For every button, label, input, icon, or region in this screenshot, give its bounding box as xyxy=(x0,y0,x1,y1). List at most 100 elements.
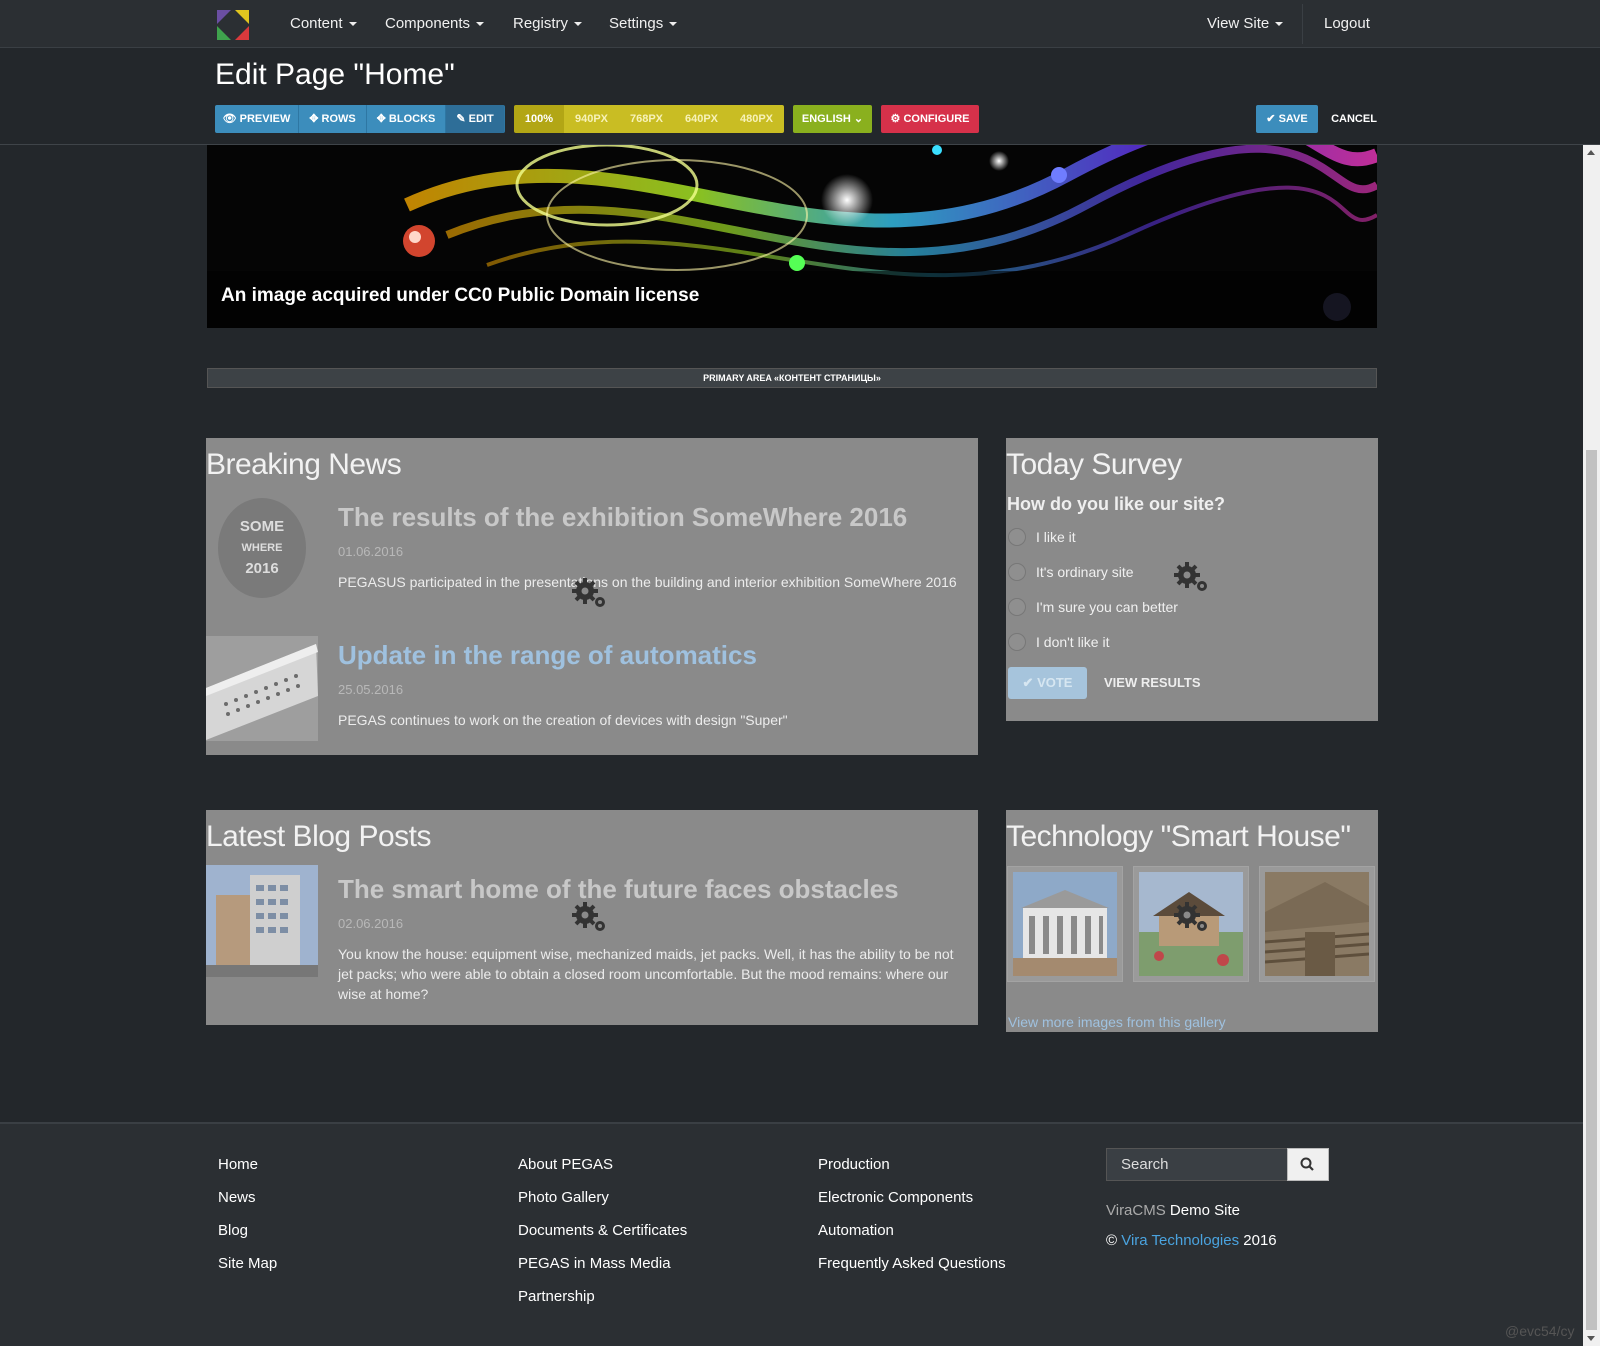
brand-prefix: ViraCMS xyxy=(1106,1202,1166,1219)
primary-area-bar[interactable]: PRIMARY AREA «КОНТЕНТ СТРАНИЦЫ» xyxy=(207,368,1377,388)
scroll-up-arrow-icon[interactable] xyxy=(1587,150,1595,155)
footer-link-gallery[interactable]: Photo Gallery xyxy=(518,1189,609,1206)
footer-link-documents[interactable]: Documents & Certificates xyxy=(518,1222,687,1239)
size-940-button[interactable]: 940PX xyxy=(564,105,619,133)
size-640-button[interactable]: 640PX xyxy=(674,105,729,133)
vira-logo-icon[interactable] xyxy=(215,8,253,42)
menu-registry-label: Registry xyxy=(513,15,569,32)
footer-link-production[interactable]: Production xyxy=(818,1156,890,1173)
news-item-title[interactable]: The results of the exhibition SomeWhere … xyxy=(338,502,907,533)
gallery-image[interactable] xyxy=(1007,866,1123,982)
smart-house-panel[interactable]: Technology "Smart House" View more image… xyxy=(1006,810,1378,1032)
logout-link[interactable]: Logout xyxy=(1324,15,1370,32)
option-label: I like it xyxy=(1036,529,1076,545)
panel-title: Today Survey xyxy=(1006,448,1182,481)
scroll-down-arrow-icon[interactable] xyxy=(1587,1336,1595,1341)
rows-button[interactable]: ✥ ROWS xyxy=(299,105,367,133)
radio-button[interactable] xyxy=(1008,598,1026,616)
automatics-device-image xyxy=(206,644,318,740)
footer-link-electronics[interactable]: Electronic Components xyxy=(818,1189,973,1206)
radio-button[interactable] xyxy=(1008,528,1026,546)
news-thumbnail[interactable]: SOME WHERE 2016 xyxy=(218,498,306,598)
move-icon: ✥ xyxy=(376,113,386,125)
news-item-date: 25.05.2016 xyxy=(338,682,404,697)
latest-blog-panel[interactable]: Latest Blog Posts The smart home of the … xyxy=(206,810,978,1025)
site-footer: Home News Blog Site Map About PEGAS Phot… xyxy=(0,1122,1583,1346)
nav-divider xyxy=(1302,4,1303,44)
menu-registry[interactable]: Registry xyxy=(513,15,583,32)
copyright-symbol: © xyxy=(1106,1232,1118,1249)
thumb-text-year: 2016 xyxy=(245,560,279,577)
news-thumbnail[interactable] xyxy=(206,636,318,741)
language-label: ENGLISH xyxy=(801,113,851,125)
caret-down-icon xyxy=(669,22,678,27)
edit-label: EDIT xyxy=(468,113,494,125)
banner-caption: An image acquired under CC0 Public Domai… xyxy=(221,285,700,306)
caret-down-icon xyxy=(574,22,583,27)
vote-button[interactable]: ✔ VOTE xyxy=(1008,667,1087,699)
gears-icon[interactable] xyxy=(1174,902,1212,934)
view-results-link[interactable]: VIEW RESULTS xyxy=(1104,675,1201,690)
menu-components-label: Components xyxy=(385,15,471,32)
configure-button[interactable]: ⚙ CONFIGURE xyxy=(881,105,979,133)
footer-link-faq[interactable]: Frequently Asked Questions xyxy=(818,1255,1006,1272)
footer-brand: ViraCMS Demo Site xyxy=(1106,1202,1240,1219)
footer-link-home[interactable]: Home xyxy=(218,1156,258,1173)
vote-label: VOTE xyxy=(1037,675,1073,690)
footer-copyright: © Vira Technologies 2016 xyxy=(1106,1232,1277,1249)
gears-icon[interactable] xyxy=(1174,562,1212,594)
view-gallery-link[interactable]: View more images from this gallery xyxy=(1008,1014,1226,1030)
menu-settings[interactable]: Settings xyxy=(609,15,678,32)
scrollbar-thumb[interactable] xyxy=(1586,450,1597,1330)
copyright-year: 2016 xyxy=(1243,1232,1277,1249)
hero-banner: An image acquired under CC0 Public Domai… xyxy=(207,145,1377,328)
today-survey-panel[interactable]: Today Survey How do you like our site? I… xyxy=(1006,438,1378,721)
check-icon: ✔ xyxy=(1266,113,1276,125)
footer-link-partnership[interactable]: Partnership xyxy=(518,1288,595,1305)
search-button[interactable] xyxy=(1287,1148,1329,1181)
blog-item-date: 02.06.2016 xyxy=(338,916,404,931)
page-scrollbar[interactable] xyxy=(1583,145,1600,1346)
language-dropdown[interactable]: ENGLISH ⌄ xyxy=(793,105,872,133)
view-site-label: View Site xyxy=(1207,15,1270,32)
preview-button[interactable]: 👁 PREVIEW xyxy=(215,105,299,133)
preview-label: PREVIEW xyxy=(239,113,291,125)
view-site-menu[interactable]: View Site xyxy=(1207,15,1284,32)
blog-item-title[interactable]: The smart home of the future faces obsta… xyxy=(338,874,899,905)
footer-link-about[interactable]: About PEGAS xyxy=(518,1156,613,1173)
footer-link-news[interactable]: News xyxy=(218,1189,256,1206)
blocks-button[interactable]: ✥ BLOCKS xyxy=(367,105,446,133)
blog-thumbnail[interactable] xyxy=(206,865,318,977)
search-input[interactable] xyxy=(1107,1149,1287,1180)
gallery-image[interactable] xyxy=(1259,866,1375,982)
news-item-text: PEGAS continues to work on the creation … xyxy=(338,712,788,728)
thumb-text-some: SOME xyxy=(239,518,285,535)
gears-icon[interactable] xyxy=(572,578,610,610)
footer-link-sitemap[interactable]: Site Map xyxy=(218,1255,277,1272)
footer-link-mass-media[interactable]: PEGAS in Mass Media xyxy=(518,1255,671,1272)
panel-title: Technology "Smart House" xyxy=(1006,820,1351,853)
footer-link-automation[interactable]: Automation xyxy=(818,1222,894,1239)
menu-content[interactable]: Content xyxy=(290,15,357,32)
save-button[interactable]: ✔ SAVE xyxy=(1256,105,1318,133)
footer-search xyxy=(1106,1148,1329,1181)
radio-button[interactable] xyxy=(1008,563,1026,581)
caret-down-icon xyxy=(348,22,357,27)
move-icon: ✥ xyxy=(309,113,319,125)
size-480-button[interactable]: 480PX xyxy=(729,105,784,133)
footer-link-blog[interactable]: Blog xyxy=(218,1222,248,1239)
editor-header: Edit Page "Home" 👁 PREVIEW ✥ ROWS ✥ BLOC… xyxy=(0,48,1600,145)
pencil-icon: ✎ xyxy=(456,113,466,125)
breaking-news-panel[interactable]: Breaking News SOME WHERE 2016 The result… xyxy=(206,438,978,755)
menu-components[interactable]: Components xyxy=(385,15,485,32)
radio-button[interactable] xyxy=(1008,633,1026,651)
option-label: I'm sure you can better xyxy=(1036,599,1178,615)
news-item-title[interactable]: Update in the range of automatics xyxy=(338,640,757,671)
size-768-button[interactable]: 768PX xyxy=(619,105,674,133)
size-100-button[interactable]: 100% xyxy=(514,105,564,133)
company-link[interactable]: Vira Technologies xyxy=(1121,1232,1239,1249)
cancel-button[interactable]: CANCEL xyxy=(1326,105,1382,133)
edit-button[interactable]: ✎ EDIT xyxy=(446,105,505,133)
blog-item-text: You know the house: equipment wise, mech… xyxy=(338,946,954,1002)
gears-icon[interactable] xyxy=(572,902,610,934)
